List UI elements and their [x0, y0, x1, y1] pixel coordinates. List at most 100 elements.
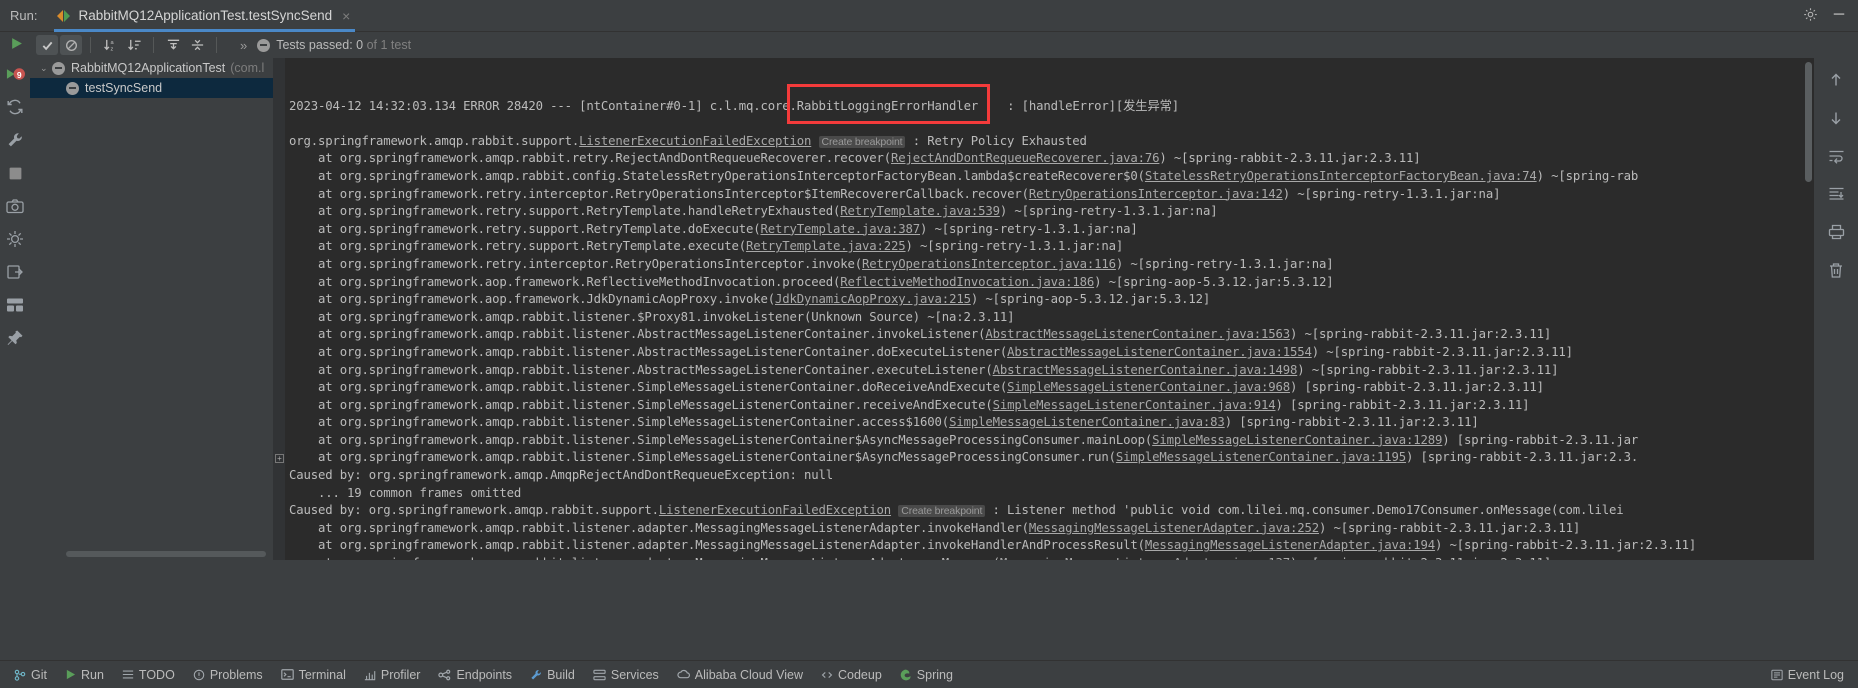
source-link[interactable]: SimpleMessageListenerContainer.java:914 [993, 398, 1276, 412]
status-bar-item-codeup[interactable]: Codeup [813, 663, 890, 687]
source-link[interactable]: MessagingMessageListenerAdapter.java:194 [1145, 538, 1435, 552]
source-link[interactable]: SimpleMessageListenerContainer.java:1195 [1116, 450, 1406, 464]
console-text-span: at org.springframework.amqp.rabbit.liste… [289, 538, 1145, 553]
source-link[interactable]: SimpleMessageListenerContainer.java:968 [1007, 380, 1290, 394]
fold-expand-icon[interactable]: + [275, 453, 284, 463]
status-bar-item-profiler[interactable]: Profiler [356, 663, 429, 687]
expand-all-button[interactable] [162, 35, 184, 55]
scroll-to-end-icon[interactable] [1826, 184, 1846, 204]
stop-icon[interactable] [5, 163, 25, 183]
console-text-span: : [handleError][发生异常] [978, 98, 1179, 113]
source-link[interactable]: RetryTemplate.java:387 [760, 222, 920, 236]
tests-passed-prefix: Tests passed: [276, 38, 357, 52]
console-text-span: at org.springframework.amqp.rabbit.confi… [289, 168, 1145, 183]
source-link[interactable]: RejectAndDontRequeueRecoverer.java:76 [891, 151, 1160, 165]
source-link[interactable]: RetryTemplate.java:225 [746, 239, 906, 253]
sort-by-duration-button[interactable] [123, 35, 145, 55]
pin-tab-icon[interactable] [5, 328, 25, 348]
create-breakpoint-badge[interactable]: Create breakpoint [898, 505, 986, 518]
collapse-all-button[interactable] [186, 35, 208, 55]
rerun-automatically-icon[interactable] [5, 97, 25, 117]
console-text-span: at org.springframework.amqp.rabbit.liste… [289, 309, 1015, 324]
test-settings-wrench-icon[interactable] [5, 130, 25, 150]
console-text-span: org.springframework.amqp.rabbit.support. [289, 133, 580, 148]
source-link[interactable]: AbstractMessageListenerContainer.java:15… [1007, 345, 1312, 359]
status-bar-item-label: Alibaba Cloud View [694, 667, 803, 682]
toolbar-separator-2 [153, 37, 154, 53]
status-bar-item-label: TODO [138, 667, 175, 682]
status-bar-item-problems[interactable]: Problems [185, 663, 271, 687]
console-line: at org.springframework.retry.interceptor… [289, 186, 1814, 204]
run-configuration-tab[interactable]: RabbitMQ12ApplicationTest.testSyncSend × [51, 0, 358, 32]
toolbar-separator-3 [216, 37, 217, 53]
test-tree-method-node[interactable]: testSyncSend [30, 78, 273, 98]
source-link[interactable]: MessagingMessageListenerAdapter.java:137 [1000, 556, 1290, 560]
status-bar-item-run[interactable]: Run [57, 663, 112, 687]
console-line: at org.springframework.retry.interceptor… [289, 256, 1814, 274]
source-link[interactable]: AbstractMessageListenerContainer.java:14… [993, 363, 1298, 377]
status-bar-item-build[interactable]: Build [522, 663, 583, 687]
console-text-span: : Listener method 'public void com.lilei… [985, 503, 1624, 518]
console-vertical-scrollbar[interactable] [1805, 62, 1812, 182]
status-bar-event-log[interactable]: Event Log [1763, 663, 1858, 687]
console-output-panel[interactable]: 2023-04-12 14:32:03.134 ERROR 28420 --- … [273, 58, 1814, 560]
rerun-failed-tests-icon[interactable]: 9 [5, 64, 25, 84]
source-link[interactable]: SimpleMessageListenerContainer.java:83 [949, 415, 1225, 429]
export-test-results-icon[interactable] [5, 262, 25, 282]
status-bar-item-spring[interactable]: Spring [892, 663, 961, 687]
source-link[interactable]: MessagingMessageListenerAdapter.java:252 [1029, 521, 1319, 535]
create-breakpoint-badge[interactable]: Create breakpoint [818, 135, 906, 148]
chevron-down-icon[interactable]: ⌄ [40, 63, 52, 74]
status-bar-item-endpoints[interactable]: Endpoints [430, 663, 520, 687]
run-label: Run: [10, 8, 38, 23]
layout-settings-icon[interactable] [5, 295, 25, 315]
console-text-span: at org.springframework.amqp.rabbit.liste… [289, 362, 993, 377]
console-text-span [811, 134, 818, 148]
thread-dump-icon[interactable] [5, 229, 25, 249]
minimize-icon[interactable] [1832, 7, 1846, 24]
soft-wrap-icon[interactable] [1826, 146, 1846, 166]
close-icon[interactable]: × [342, 9, 350, 23]
svg-text:z: z [110, 47, 113, 52]
show-ignored-toggle[interactable] [60, 35, 82, 55]
print-icon[interactable] [1826, 222, 1846, 242]
source-link[interactable]: ReflectiveMethodInvocation.java:186 [840, 275, 1094, 289]
console-line: at org.springframework.retry.support.Ret… [289, 221, 1814, 239]
gear-icon[interactable] [1803, 7, 1818, 25]
sort-alphabetically-button[interactable]: a z [99, 35, 121, 55]
status-bar-item-todo[interactable]: TODO [114, 663, 183, 687]
console-text-span: at org.springframework.amqp.rabbit.liste… [289, 432, 1153, 447]
source-link[interactable]: RetryOperationsInterceptor.java:142 [1029, 187, 1283, 201]
source-link[interactable]: ListenerExecutionFailedException [579, 134, 811, 148]
console-text-span: ) ~[spring-retry-1.3.1.jar:na] [920, 221, 1138, 236]
console-text-span: ) ~[spring-rabbit-2.3.11.jar:2.3.11] [1289, 327, 1552, 342]
console-text-span: ) ~[spring-retry-1.3.1.jar:na] [1115, 256, 1334, 271]
source-link[interactable]: RetryOperationsInterceptor.java:116 [862, 257, 1116, 271]
delete-trash-icon[interactable] [1826, 260, 1846, 280]
status-bar-item-services[interactable]: Services [585, 663, 667, 687]
console-line: at org.springframework.aop.framework.Ref… [289, 274, 1814, 292]
source-link[interactable]: JdkDynamicAopProxy.java:215 [775, 292, 971, 306]
source-link[interactable]: SimpleMessageListenerContainer.java:1289 [1152, 433, 1442, 447]
svg-text:a: a [110, 40, 114, 46]
source-link[interactable]: AbstractMessageListenerContainer.java:15… [985, 327, 1290, 341]
screenshot-camera-icon[interactable] [5, 196, 25, 216]
status-bar-item-alibaba-cloud-view[interactable]: Alibaba Cloud View [669, 663, 811, 687]
show-passed-toggle[interactable] [36, 35, 58, 55]
status-bar-item-git[interactable]: Git [6, 663, 55, 687]
status-bar-item-terminal[interactable]: Terminal [273, 663, 354, 687]
source-link[interactable]: StatelessRetryOperationsInterceptorFacto… [1145, 169, 1537, 183]
test-tree-root-node[interactable]: ⌄ RabbitMQ12ApplicationTest (com.l [30, 58, 273, 78]
endpoints-icon [438, 669, 451, 681]
source-link[interactable]: ListenerExecutionFailedException [659, 503, 891, 517]
tree-horizontal-scrollbar[interactable] [66, 551, 266, 557]
console-text-span: Caused by: org.springframework.amqp.Amqp… [289, 468, 834, 483]
status-bar-item-label: Terminal [298, 667, 346, 682]
spring-icon [900, 669, 912, 681]
scroll-down-icon[interactable] [1826, 108, 1846, 128]
rerun-icon[interactable] [10, 37, 23, 53]
event-log-label: Event Log [1787, 667, 1844, 682]
source-link[interactable]: RetryTemplate.java:539 [840, 204, 1000, 218]
scroll-up-icon[interactable] [1826, 70, 1846, 90]
overflow-chevron-icon[interactable]: » [240, 38, 247, 53]
